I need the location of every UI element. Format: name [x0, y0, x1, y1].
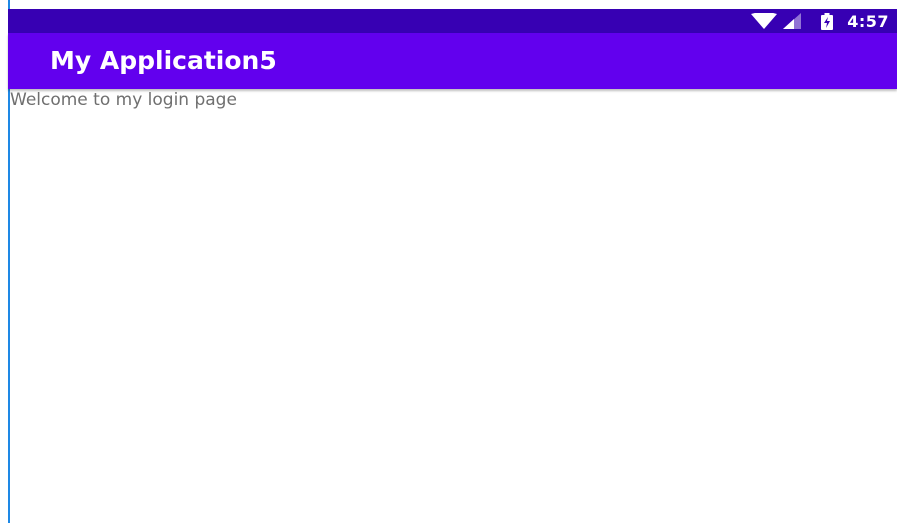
- signal-icon: [783, 13, 802, 29]
- battery-charging-icon: [821, 12, 834, 30]
- welcome-text: Welcome to my login page: [10, 90, 237, 110]
- status-bar: 4:57: [8, 9, 897, 33]
- status-time: 4:57: [847, 11, 889, 31]
- app-bar: My Application5: [8, 33, 897, 89]
- main-content: Welcome to my login page: [10, 89, 897, 523]
- wifi-icon: [751, 13, 778, 29]
- status-icons: 4:57: [751, 9, 889, 33]
- phone-screen: 4:57 My Application5 Welcome to my login…: [0, 0, 897, 523]
- app-title: My Application5: [50, 46, 277, 75]
